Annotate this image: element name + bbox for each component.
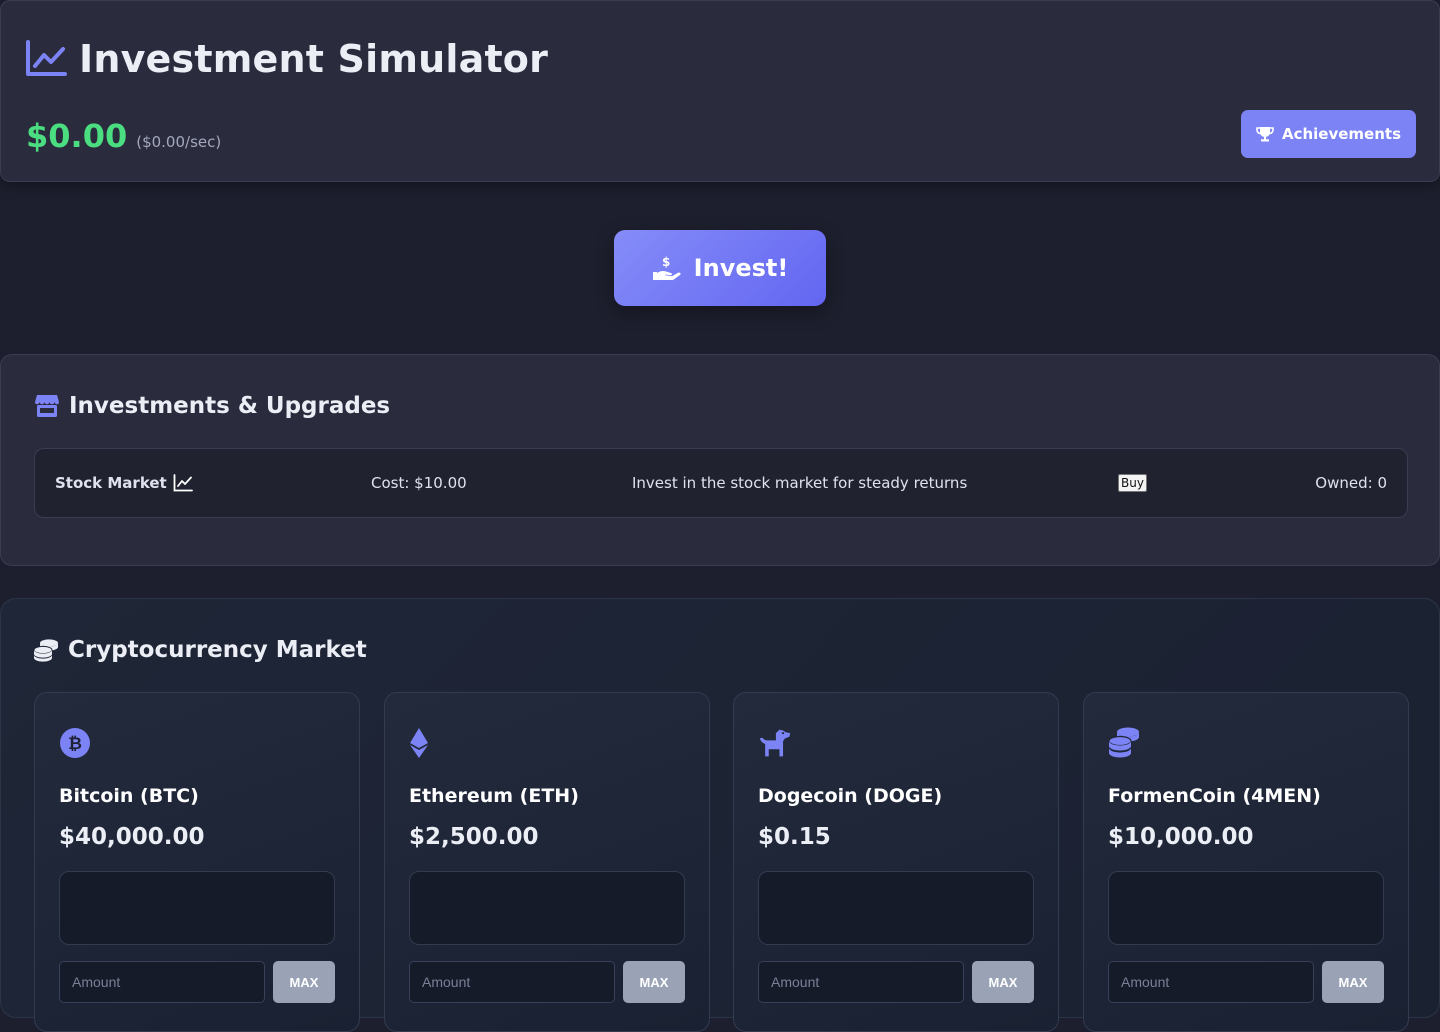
dog-icon xyxy=(759,729,791,757)
max-button[interactable]: MAX xyxy=(273,961,335,1003)
chart-line-icon xyxy=(173,474,193,492)
coin-price: $40,000.00 xyxy=(59,824,205,850)
crypto-card-eth: Ethereum (ETH) $2,500.00 MAX xyxy=(384,692,710,1032)
max-button[interactable]: MAX xyxy=(1322,961,1384,1003)
coin-price: $0.15 xyxy=(758,824,831,850)
crypto-panel: Cryptocurrency Market ₿ Bitcoin (BTC) $4… xyxy=(0,598,1440,1032)
balance-value: $0.00 xyxy=(26,117,128,155)
upgrades-heading: Investments & Upgrades xyxy=(34,393,390,419)
invest-label: Invest! xyxy=(693,254,789,282)
ethereum-icon xyxy=(410,728,428,758)
max-button[interactable]: MAX xyxy=(623,961,685,1003)
upgrades-title: Investments & Upgrades xyxy=(69,393,391,419)
store-icon xyxy=(35,395,59,417)
coin-name: Ethereum (ETH) xyxy=(409,785,579,807)
achievements-label: Achievements xyxy=(1281,125,1402,143)
crypto-card-btc: ₿ Bitcoin (BTC) $40,000.00 MAX xyxy=(34,692,360,1032)
achievements-button[interactable]: Achievements xyxy=(1241,110,1416,158)
svg-text:₿: ₿ xyxy=(68,734,82,754)
header-panel: Investment Simulator $0.00 ($0.00/sec) A… xyxy=(0,0,1440,182)
upgrade-cost: Cost: $10.00 xyxy=(371,474,467,492)
crypto-heading: Cryptocurrency Market xyxy=(33,637,367,663)
coin-chart xyxy=(1108,871,1384,945)
crypto-card-4men: FormenCoin (4MEN) $10,000.00 MAX xyxy=(1083,692,1409,1032)
invest-button[interactable]: $ Invest! xyxy=(614,230,826,306)
trophy-icon xyxy=(1256,127,1274,142)
amount-input[interactable] xyxy=(59,961,265,1003)
coin-name: Bitcoin (BTC) xyxy=(59,785,199,807)
income-rate: ($0.00/sec) xyxy=(136,133,222,151)
coin-name: Dogecoin (DOGE) xyxy=(758,785,943,807)
coin-price: $10,000.00 xyxy=(1108,824,1254,850)
amount-input[interactable] xyxy=(409,961,615,1003)
svg-text:$: $ xyxy=(662,255,670,269)
upgrade-name-label: Stock Market xyxy=(55,474,167,492)
balance-row: $0.00 ($0.00/sec) xyxy=(26,117,221,155)
coin-name: FormenCoin (4MEN) xyxy=(1108,785,1321,807)
coin-price: $2,500.00 xyxy=(409,824,539,850)
upgrade-row-stock-market: Stock Market Cost: $10.00 Invest in the … xyxy=(34,448,1408,518)
coins-icon xyxy=(1108,727,1139,758)
crypto-title: Cryptocurrency Market xyxy=(68,637,367,663)
amount-input[interactable] xyxy=(1108,961,1314,1003)
bitcoin-icon: ₿ xyxy=(60,728,90,758)
coins-icon xyxy=(33,639,58,662)
coin-chart xyxy=(758,871,1034,945)
coin-chart xyxy=(59,871,335,945)
coin-chart xyxy=(409,871,685,945)
upgrades-panel: Investments & Upgrades Stock Market Cost… xyxy=(0,354,1440,566)
max-button[interactable]: MAX xyxy=(972,961,1034,1003)
amount-input[interactable] xyxy=(758,961,964,1003)
title-row: Investment Simulator xyxy=(25,37,548,81)
app-title: Investment Simulator xyxy=(79,37,549,81)
upgrade-description: Invest in the stock market for steady re… xyxy=(632,474,968,492)
hand-holding-dollar-icon: $ xyxy=(652,255,681,280)
buy-cell: Buy xyxy=(1118,449,1147,517)
buy-button[interactable]: Buy xyxy=(1118,474,1147,492)
chart-line-icon xyxy=(26,40,67,76)
crypto-card-doge: Dogecoin (DOGE) $0.15 MAX xyxy=(733,692,1059,1032)
upgrade-owned: Owned: 0 xyxy=(1315,474,1387,492)
upgrade-name: Stock Market xyxy=(55,449,193,517)
